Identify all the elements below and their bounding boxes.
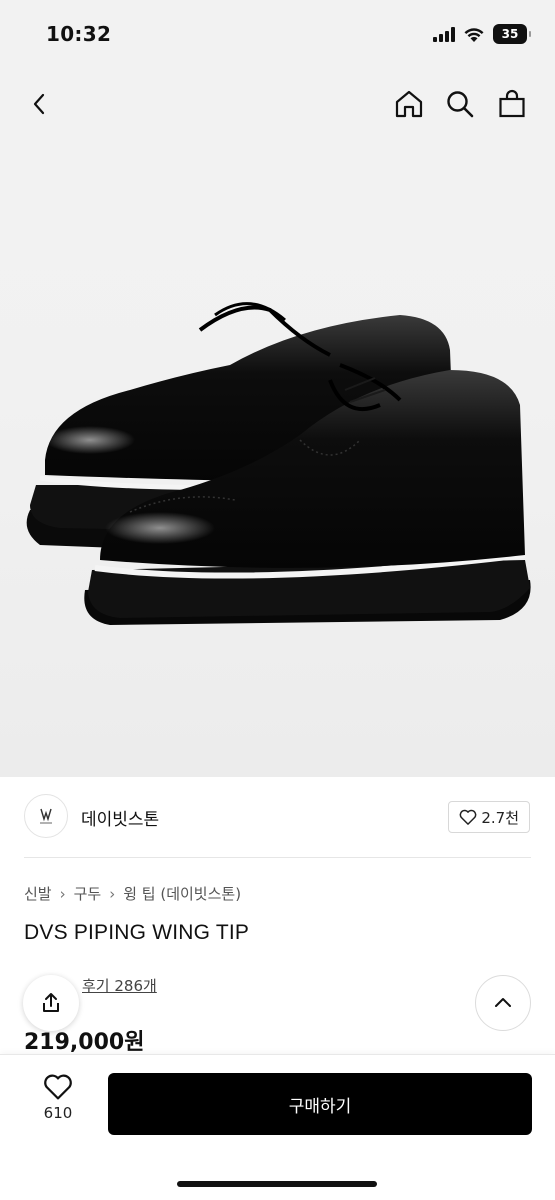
share-icon — [43, 993, 59, 1012]
product-title: DVS PIPING WING TIP — [24, 921, 250, 944]
brand-logo-icon — [24, 794, 68, 838]
review-link[interactable]: 후기 286개 — [82, 975, 157, 996]
home-indicator — [177, 1181, 377, 1187]
share-button[interactable] — [23, 975, 79, 1031]
bottom-action-bar: 610 구매하기 — [0, 1054, 555, 1200]
home-icon — [395, 90, 423, 118]
breadcrumb-item[interactable]: 구두 — [74, 883, 102, 904]
signal-icon — [433, 26, 455, 42]
back-button[interactable] — [20, 84, 60, 124]
brand-like-count: 2.7천 — [481, 808, 519, 827]
status-icons: 35 — [433, 24, 531, 44]
brand-row[interactable]: 데이빗스톤 2.7천 — [24, 792, 532, 840]
product-image — [0, 140, 555, 777]
chevron-right-icon: › — [59, 884, 66, 903]
status-time: 10:32 — [46, 22, 112, 46]
brand-name[interactable]: 데이빗스톤 — [81, 805, 159, 830]
chevron-left-icon — [33, 93, 45, 115]
breadcrumb: 신발 › 구두 › 윙 팁 (데이빗스톤) — [24, 883, 241, 904]
wifi-icon — [464, 27, 484, 42]
scroll-to-top-button[interactable] — [475, 975, 531, 1031]
wish-button[interactable]: 610 — [30, 1073, 86, 1133]
status-bar: 10:32 35 — [0, 0, 555, 70]
search-button[interactable] — [440, 84, 480, 124]
wish-count: 610 — [43, 1104, 73, 1122]
divider — [24, 857, 531, 858]
chevron-up-icon — [495, 998, 511, 1007]
battery-icon: 35 — [493, 24, 531, 44]
heart-icon — [44, 1074, 72, 1100]
breadcrumb-item[interactable]: 신발 — [24, 883, 52, 904]
cart-button[interactable] — [492, 84, 532, 124]
shoe-illustration — [26, 302, 531, 625]
brand-like-button[interactable]: 2.7천 — [448, 801, 530, 833]
breadcrumb-item[interactable]: 윙 팁 (데이빗스톤) — [123, 883, 241, 904]
chevron-right-icon: › — [109, 884, 116, 903]
heart-icon — [459, 809, 477, 825]
home-button[interactable] — [389, 84, 429, 124]
search-icon — [447, 91, 474, 118]
top-nav — [0, 70, 555, 140]
buy-button[interactable]: 구매하기 — [108, 1073, 532, 1135]
shopping-bag-icon — [499, 89, 525, 118]
